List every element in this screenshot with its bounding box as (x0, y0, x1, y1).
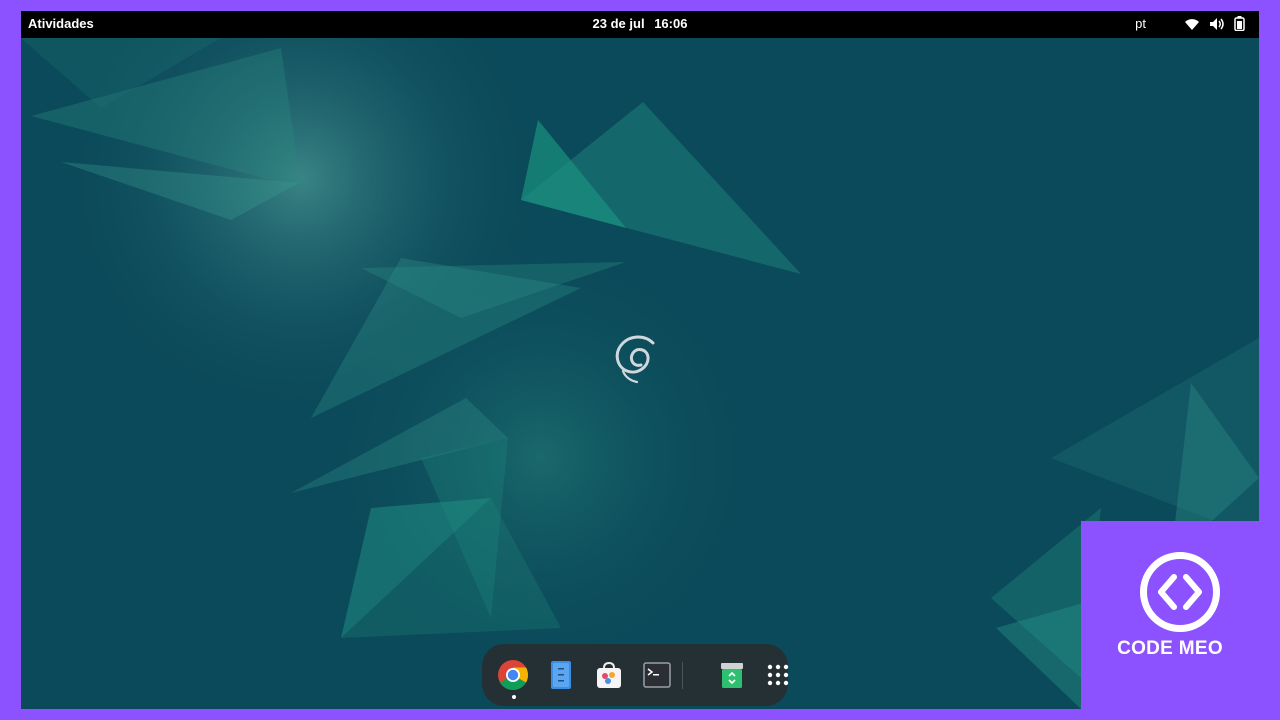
watermark-label: CODE MEO (1117, 638, 1223, 659)
desktop-screen: Atividades 23 de jul 16:06 pt (21, 11, 1259, 709)
chrome-icon (498, 660, 529, 691)
battery-icon (1234, 16, 1245, 31)
dock-item-app-grid[interactable] (761, 658, 795, 692)
debian-logo-icon (615, 335, 655, 384)
dock-item-trash[interactable] (715, 658, 749, 692)
dock-item-files[interactable] (544, 658, 578, 692)
keyboard-language-indicator[interactable]: pt (1135, 16, 1146, 31)
code-brackets-icon (1140, 552, 1220, 632)
app-grid-icon (767, 664, 789, 686)
dock-item-chrome[interactable] (496, 658, 530, 699)
dock-separator (682, 662, 683, 689)
top-bar: Atividades 23 de jul 16:06 pt (21, 11, 1259, 38)
files-icon (551, 661, 571, 689)
running-indicator (512, 695, 516, 699)
wifi-icon (1185, 18, 1199, 30)
dock-item-terminal[interactable] (640, 658, 674, 692)
clock-time: 16:06 (654, 16, 688, 31)
clock-date-menu[interactable]: 23 de jul 16:06 (21, 16, 1259, 31)
code-meo-watermark: CODE MEO (1081, 521, 1259, 709)
dash-dock (482, 644, 789, 706)
clock-date: 23 de jul (592, 16, 645, 31)
terminal-icon (643, 662, 671, 688)
software-store-icon (597, 661, 621, 688)
dock-item-software[interactable] (592, 658, 626, 692)
system-menu[interactable] (1184, 16, 1245, 31)
volume-icon (1210, 17, 1224, 30)
trash-icon (721, 663, 743, 688)
